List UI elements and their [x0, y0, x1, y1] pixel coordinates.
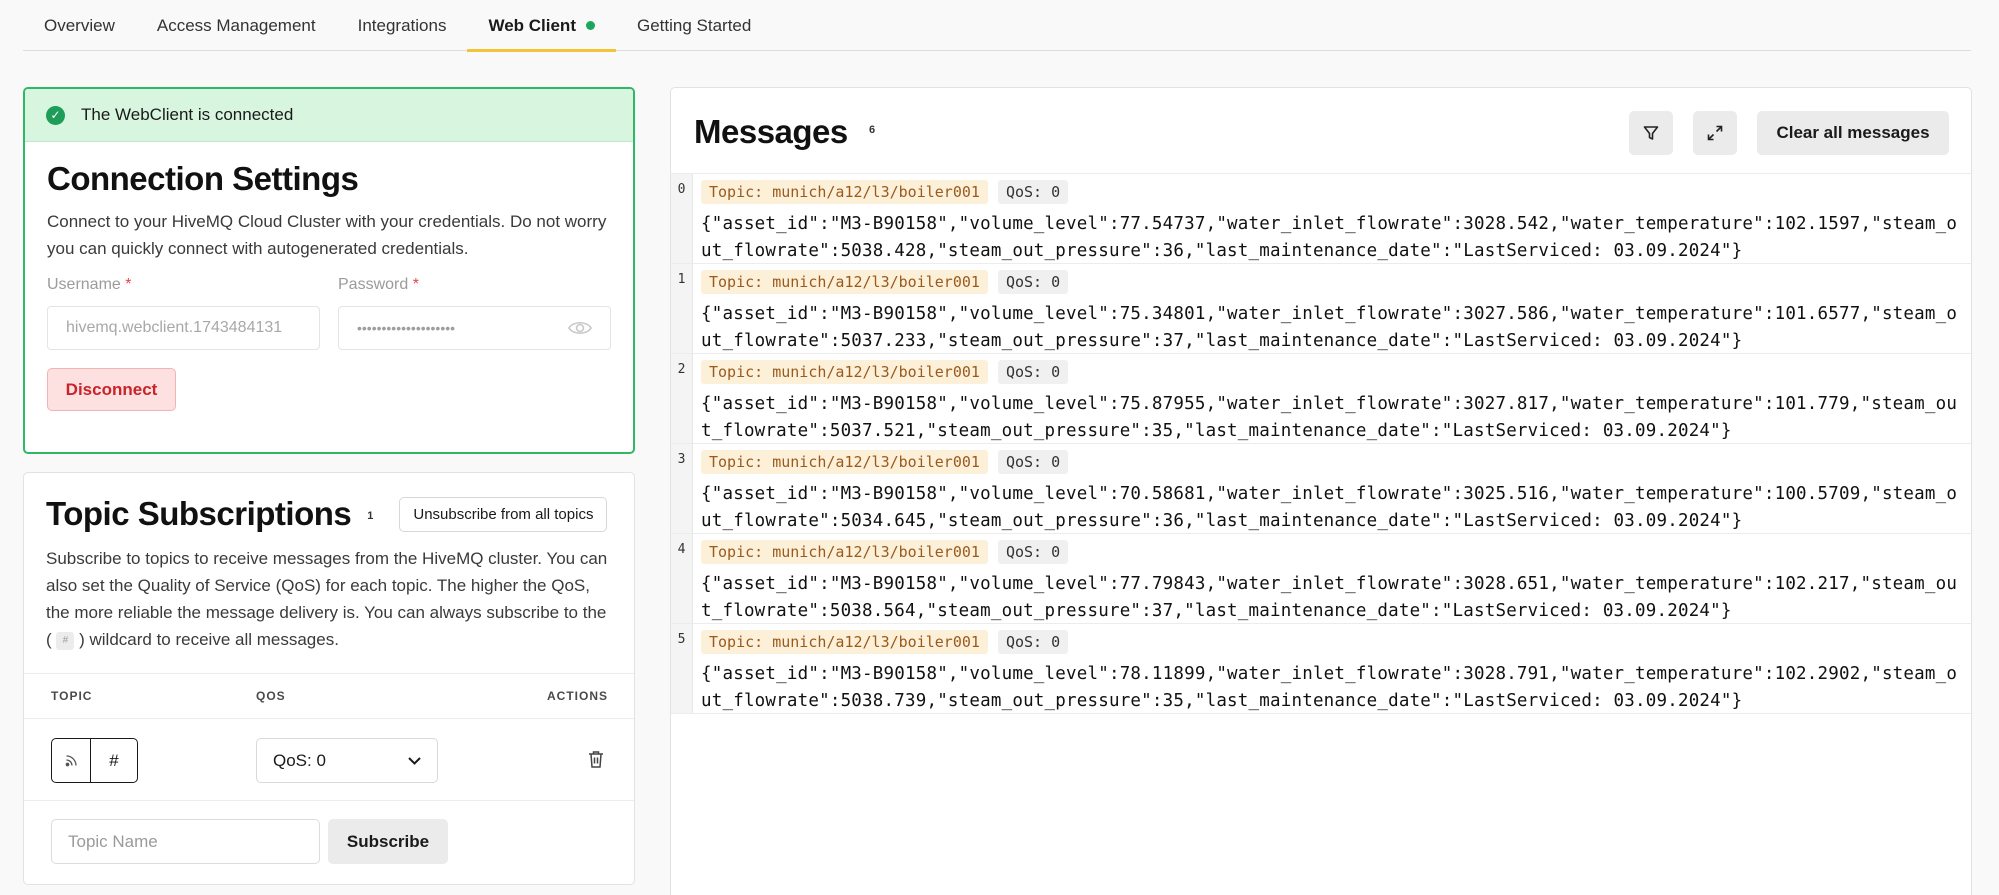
top-nav: Overview Access Management Integrations … [23, 0, 1971, 52]
rss-icon [52, 739, 91, 782]
message-item: 4 Topic: munich/a12/l3/boiler001 QoS: 0 … [671, 534, 1971, 624]
connection-description: Connect to your HiveMQ Cloud Cluster wit… [47, 212, 607, 258]
topic-subscriptions-title: Topic Subscriptions [46, 495, 352, 532]
message-qos-tag: QoS: 0 [997, 630, 1069, 654]
username-value: hivemq.webclient.1743484131 [66, 319, 283, 336]
message-topic-tag: Topic: munich/a12/l3/boiler001 [701, 540, 988, 564]
tab-integrations[interactable]: Integrations [337, 0, 468, 51]
connection-status-banner: ✓ The WebClient is connected [25, 89, 633, 142]
connection-status-text: The WebClient is connected [81, 105, 294, 124]
message-payload: {"asset_id":"M3-B90158","volume_level":7… [701, 574, 1958, 621]
connection-settings-title: Connection Settings [47, 160, 359, 197]
tab-label: Web Client [488, 15, 576, 35]
message-topic-tag: Topic: munich/a12/l3/boiler001 [701, 180, 988, 204]
chevron-down-icon [408, 756, 421, 765]
required-mark: * [125, 276, 132, 293]
message-list: 0 Topic: munich/a12/l3/boiler001 QoS: 0 … [671, 174, 1971, 714]
message-payload: {"asset_id":"M3-B90158","volume_level":7… [701, 484, 1958, 531]
subscribe-button[interactable]: Subscribe [328, 819, 448, 864]
unsubscribe-all-button[interactable]: Unsubscribe from all topics [399, 496, 608, 532]
trash-icon[interactable] [588, 750, 604, 768]
message-item: 3 Topic: munich/a12/l3/boiler001 QoS: 0 … [671, 444, 1971, 534]
disconnect-button[interactable]: Disconnect [47, 368, 176, 411]
live-status-dot [585, 21, 595, 30]
expand-button[interactable] [1693, 111, 1737, 155]
column-header-topic: TOPIC [51, 689, 93, 703]
message-index: 4 [671, 534, 693, 623]
message-item: 1 Topic: munich/a12/l3/boiler001 QoS: 0 … [671, 264, 1971, 354]
message-index: 0 [671, 174, 693, 263]
subscription-count-badge: 1 [367, 510, 374, 522]
topic-subscriptions-card: Topic Subscriptions 1 Unsubscribe from a… [23, 472, 635, 885]
message-item: 0 Topic: munich/a12/l3/boiler001 QoS: 0 … [671, 174, 1971, 264]
tab-label: Getting Started [636, 15, 752, 35]
message-payload: {"asset_id":"M3-B90158","volume_level":7… [701, 664, 1958, 711]
required-mark: * [412, 276, 419, 293]
message-index: 2 [671, 354, 693, 443]
check-circle-icon: ✓ [46, 105, 65, 125]
messages-panel: Messages 6 Clear all messages 0 Topic: m… [670, 87, 1972, 895]
message-qos-tag: QoS: 0 [997, 180, 1069, 204]
topic-name-input[interactable] [51, 819, 320, 864]
username-field[interactable]: hivemq.webclient.1743484131 [47, 306, 320, 350]
message-index: 3 [671, 444, 693, 533]
topic-value: # [109, 750, 119, 770]
wildcard-chip: # [56, 631, 75, 650]
qos-select[interactable]: QoS: 0 [256, 738, 438, 783]
message-topic-tag: Topic: munich/a12/l3/boiler001 [701, 450, 988, 474]
message-payload: {"asset_id":"M3-B90158","volume_level":7… [701, 304, 1958, 351]
message-payload: {"asset_id":"M3-B90158","volume_level":7… [701, 394, 1958, 441]
subscribe-row: Subscribe [24, 801, 634, 881]
topic-description: Subscribe to topics to receive messages … [46, 549, 608, 650]
message-qos-tag: QoS: 0 [997, 270, 1069, 294]
subscriptions-table-header: TOPIC QOS ACTIONS [24, 673, 634, 719]
qos-select-value: QoS: 0 [273, 750, 326, 770]
password-value: •••••••••••••••••••• [357, 320, 456, 336]
tab-getting-started[interactable]: Getting Started [616, 0, 772, 51]
password-field[interactable]: •••••••••••••••••••• [338, 306, 611, 350]
username-label: Username [47, 276, 121, 293]
message-item: 2 Topic: munich/a12/l3/boiler001 QoS: 0 … [671, 354, 1971, 444]
column-header-actions: ACTIONS [547, 689, 608, 703]
eye-icon[interactable] [568, 320, 592, 336]
tab-access-management[interactable]: Access Management [136, 0, 337, 51]
message-qos-tag: QoS: 0 [997, 360, 1069, 384]
message-item: 5 Topic: munich/a12/l3/boiler001 QoS: 0 … [671, 624, 1971, 714]
filter-icon [1643, 126, 1659, 140]
clear-all-messages-button[interactable]: Clear all messages [1757, 111, 1949, 155]
table-row: # QoS: 0 [24, 719, 634, 801]
message-payload: {"asset_id":"M3-B90158","volume_level":7… [701, 214, 1958, 261]
tab-label: Integrations [357, 15, 447, 35]
password-field-group: Password * •••••••••••••••••••• [338, 276, 611, 350]
tab-label: Overview [44, 15, 115, 35]
tab-web-client[interactable]: Web Client [467, 0, 616, 52]
message-count-badge: 6 [869, 124, 876, 136]
message-topic-tag: Topic: munich/a12/l3/boiler001 [701, 360, 988, 384]
tab-overview[interactable]: Overview [23, 0, 136, 51]
connection-settings-card: ✓ The WebClient is connected Connection … [23, 87, 635, 454]
message-index: 1 [671, 264, 693, 353]
topic-field[interactable]: # [51, 738, 138, 783]
message-index: 5 [671, 624, 693, 713]
message-topic-tag: Topic: munich/a12/l3/boiler001 [701, 630, 988, 654]
column-header-qos: QOS [256, 689, 286, 703]
filter-button[interactable] [1629, 111, 1673, 155]
expand-icon [1707, 125, 1723, 141]
message-qos-tag: QoS: 0 [997, 450, 1069, 474]
username-field-group: Username * hivemq.webclient.1743484131 [47, 276, 320, 350]
password-label: Password [338, 276, 409, 293]
message-topic-tag: Topic: munich/a12/l3/boiler001 [701, 270, 988, 294]
tab-label: Access Management [156, 15, 316, 35]
messages-title: Messages [694, 113, 848, 150]
message-qos-tag: QoS: 0 [997, 540, 1069, 564]
